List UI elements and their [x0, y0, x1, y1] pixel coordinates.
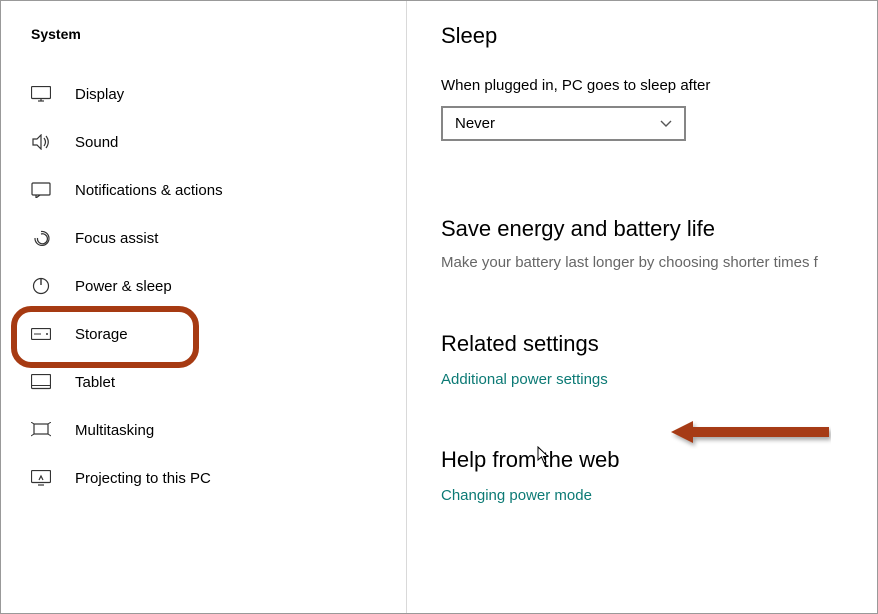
- sidebar-item-label: Display: [75, 86, 124, 103]
- sidebar-item-focus-assist[interactable]: Focus assist: [1, 214, 406, 262]
- notifications-icon: [31, 180, 51, 200]
- main-content: Sleep When plugged in, PC goes to sleep …: [406, 1, 877, 613]
- sidebar-title: System: [1, 26, 406, 70]
- power-icon: [31, 276, 51, 296]
- focus-assist-icon: [31, 228, 51, 248]
- storage-icon: [31, 324, 51, 344]
- sidebar-item-label: Projecting to this PC: [75, 470, 211, 487]
- sidebar-item-label: Focus assist: [75, 230, 158, 247]
- sleep-sublabel: When plugged in, PC goes to sleep after: [441, 77, 877, 94]
- sidebar-item-label: Notifications & actions: [75, 182, 223, 199]
- sidebar-item-projecting[interactable]: Projecting to this PC: [1, 454, 406, 502]
- related-heading: Related settings: [441, 331, 877, 357]
- sidebar-item-label: Power & sleep: [75, 278, 172, 295]
- changing-power-mode-link[interactable]: Changing power mode: [441, 487, 592, 504]
- sidebar-item-display[interactable]: Display: [1, 70, 406, 118]
- dropdown-value: Never: [455, 115, 495, 132]
- sidebar-item-power-sleep[interactable]: Power & sleep: [1, 262, 406, 310]
- sidebar-item-notifications[interactable]: Notifications & actions: [1, 166, 406, 214]
- sidebar-item-label: Tablet: [75, 374, 115, 391]
- sidebar-item-tablet[interactable]: Tablet: [1, 358, 406, 406]
- sidebar-item-sound[interactable]: Sound: [1, 118, 406, 166]
- sidebar-item-label: Multitasking: [75, 422, 154, 439]
- sidebar-item-multitasking[interactable]: Multitasking: [1, 406, 406, 454]
- sidebar-item-storage[interactable]: Storage: [1, 310, 406, 358]
- help-heading: Help from the web: [441, 447, 877, 473]
- display-icon: [31, 84, 51, 104]
- sleep-dropdown[interactable]: Never: [441, 106, 686, 141]
- additional-power-settings-link[interactable]: Additional power settings: [441, 371, 608, 388]
- chevron-down-icon: [660, 120, 672, 128]
- multitasking-icon: [31, 420, 51, 440]
- energy-heading: Save energy and battery life: [441, 216, 877, 242]
- sidebar: System Display Sound Notifications & act…: [1, 1, 406, 613]
- sidebar-item-label: Sound: [75, 134, 118, 151]
- sound-icon: [31, 132, 51, 152]
- sleep-heading: Sleep: [441, 23, 877, 49]
- projecting-icon: [31, 468, 51, 488]
- tablet-icon: [31, 372, 51, 392]
- energy-description: Make your battery last longer by choosin…: [441, 254, 877, 271]
- sidebar-divider: [406, 1, 407, 613]
- sidebar-item-label: Storage: [75, 326, 128, 343]
